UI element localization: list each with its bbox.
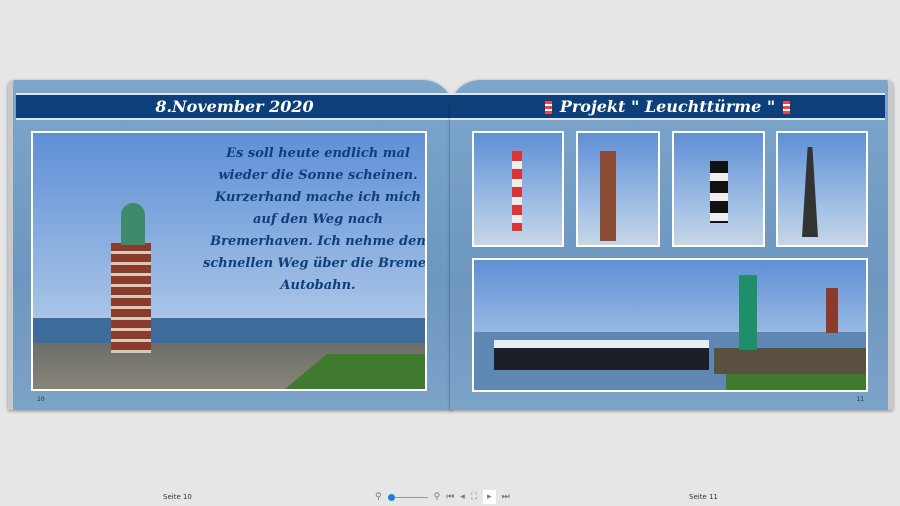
page-number-right: 11 <box>856 396 864 403</box>
lighthouse-icon <box>544 101 552 114</box>
next-page-icon[interactable]: ▸ <box>483 490 496 504</box>
right-page-title: Projekt " Leuchttürme " <box>559 97 776 116</box>
story-text: Es soll heute endlich mal wieder die Son… <box>203 146 427 293</box>
overview-icon[interactable]: ⛶ <box>471 492 477 502</box>
photo-brick-lighthouse[interactable] <box>576 131 660 247</box>
right-page: Projekt " Leuchttürme " 11 <box>450 80 893 410</box>
photo-red-white-lighthouse[interactable] <box>472 131 564 247</box>
zoom-in-icon[interactable]: ⚲ <box>434 492 441 502</box>
photo-black-white-lighthouse[interactable] <box>672 131 765 247</box>
zoom-out-icon[interactable]: ⚲ <box>375 492 382 502</box>
photo-ferry-harbour[interactable] <box>472 258 868 392</box>
last-page-icon[interactable]: ⏭ <box>502 492 510 502</box>
left-page-label: Seite 10 <box>163 493 192 501</box>
previous-page-icon[interactable]: ◂ <box>460 492 465 502</box>
lighthouse-icon <box>783 101 791 114</box>
right-page-label: Seite 11 <box>689 493 718 501</box>
zoom-slider[interactable] <box>387 493 428 501</box>
page-navigation-toolbar: ⚲ ⚲ ⏮ ◂ ⛶ ▸ ⏭ <box>375 490 510 504</box>
photo-steel-lighthouse[interactable] <box>776 131 868 247</box>
left-page: 8.November 2020 Es soll heute endlich ma… <box>8 80 453 410</box>
page-number-left: 10 <box>37 396 45 403</box>
right-page-title-band: Projekt " Leuchttürme " <box>450 93 885 120</box>
lighthouse-photo-main[interactable]: Es soll heute endlich mal wieder die Son… <box>31 131 427 391</box>
first-page-icon[interactable]: ⏮ <box>446 492 454 502</box>
left-page-title: 8.November 2020 <box>16 93 453 120</box>
